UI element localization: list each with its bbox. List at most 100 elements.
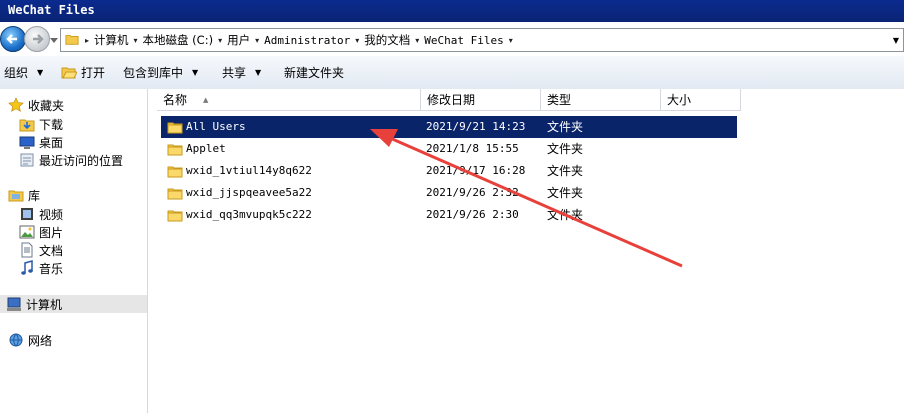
file-name: Applet	[186, 142, 226, 155]
nav-downloads[interactable]: 下载	[19, 115, 63, 133]
nav-videos[interactable]: 视频	[19, 205, 63, 223]
library-icon	[8, 190, 24, 202]
nav-network-label: 网络	[28, 333, 53, 348]
folder-icon	[167, 188, 183, 200]
breadcrumb-item[interactable]: 我的文档	[361, 32, 413, 48]
file-list: 名称 ▲ 修改日期 类型 大小 All Users 2021/9/21 14:23…	[148, 89, 904, 413]
share-label: 共享	[222, 66, 247, 80]
new-folder-label: 新建文件夹	[284, 66, 345, 80]
file-name: wxid_1vtiul14y8q622	[186, 164, 312, 177]
column-header-type[interactable]: 类型	[541, 89, 661, 111]
folder-icon	[167, 122, 183, 134]
nav-documents[interactable]: 文档	[19, 241, 63, 259]
nav-computer[interactable]: 计算机	[0, 295, 147, 313]
column-header-name[interactable]: 名称 ▲	[157, 89, 421, 111]
nav-desktop[interactable]: 桌面	[19, 133, 63, 151]
breadcrumb-item[interactable]: 本地磁盘 (C:)	[140, 32, 217, 48]
music-note-icon	[21, 260, 33, 275]
back-arrow-icon	[6, 34, 17, 44]
sort-ascending-icon: ▲	[203, 96, 209, 104]
chevron-down-icon: ▼	[192, 68, 199, 77]
window-title: WeChat Files	[8, 3, 95, 17]
file-row[interactable]: Applet 2021/1/8 15:55 文件夹	[161, 138, 737, 160]
file-type: 文件夹	[547, 208, 584, 222]
nav-downloads-label: 下载	[39, 117, 64, 132]
nav-favorites[interactable]: 收藏夹	[8, 96, 64, 114]
breadcrumb-item[interactable]: 计算机	[91, 32, 132, 48]
nav-libraries-label: 库	[28, 188, 41, 203]
forward-button[interactable]	[24, 26, 50, 52]
file-modified: 2021/9/26 2:30	[426, 208, 519, 221]
file-modified: 2021/9/26 2:32	[426, 186, 519, 199]
column-header-modified[interactable]: 修改日期	[421, 89, 541, 111]
include-in-library-label: 包含到库中	[123, 66, 184, 80]
address-bar[interactable]: ▸ 计算机 ▾ 本地磁盘 (C:) ▾ 用户 ▾ Administrator ▾ 我的文档 ▾ WeC…	[60, 28, 904, 52]
breadcrumb-item[interactable]: 用户	[224, 32, 253, 48]
recent-pages-dropdown-icon[interactable]	[50, 36, 58, 44]
star-icon	[8, 97, 24, 112]
column-header-size[interactable]: 大小	[661, 89, 741, 111]
back-button[interactable]	[0, 26, 26, 52]
chevron-down-icon: ▼	[255, 68, 262, 77]
organize-button[interactable]: 组织 ▼	[4, 56, 43, 89]
file-type: 文件夹	[547, 186, 584, 200]
address-dropdown-icon[interactable]: ▼	[893, 36, 899, 45]
folder-icon	[167, 166, 183, 178]
file-row[interactable]: All Users 2021/9/21 14:23 文件夹	[161, 116, 737, 138]
breadcrumb-separator-icon[interactable]: ▾	[216, 36, 224, 45]
nav-libraries[interactable]: 库	[8, 186, 40, 204]
nav-pictures-label: 图片	[39, 225, 64, 240]
column-type-label: 类型	[547, 93, 572, 107]
file-row[interactable]: wxid_jjspqeavee5a22 2021/9/26 2:32 文件夹	[161, 182, 737, 204]
file-modified: 2021/9/21 14:23	[426, 120, 526, 133]
breadcrumb: ▸ 计算机 ▾ 本地磁盘 (C:) ▾ 用户 ▾ Administrator ▾ 我的文档 ▾ WeC…	[85, 32, 515, 48]
open-button[interactable]: 打开	[61, 56, 105, 89]
open-label: 打开	[81, 66, 106, 80]
breadcrumb-item[interactable]: WeChat Files	[421, 34, 506, 47]
file-name: wxid_qq3mvupqk5c222	[186, 208, 312, 221]
nav-network[interactable]: 网络	[8, 331, 52, 349]
nav-desktop-label: 桌面	[39, 135, 64, 150]
folder-icon	[167, 144, 183, 156]
share-button[interactable]: 共享 ▼	[222, 56, 261, 89]
file-modified: 2021/9/17 16:28	[426, 164, 526, 177]
file-modified: 2021/1/8 15:55	[426, 142, 519, 155]
file-row[interactable]: wxid_qq3mvupqk5c222 2021/9/26 2:30 文件夹	[161, 204, 737, 226]
nav-pictures[interactable]: 图片	[19, 223, 63, 241]
title-bar: WeChat Files	[0, 0, 904, 22]
picture-icon	[19, 225, 35, 239]
download-folder-icon	[19, 119, 35, 132]
column-modified-label: 修改日期	[427, 93, 476, 107]
file-row[interactable]: wxid_1vtiul14y8q622 2021/9/17 16:28 文件夹	[161, 160, 737, 182]
file-type: 文件夹	[547, 164, 584, 178]
folder-icon	[65, 35, 79, 45]
column-name-label: 名称	[163, 93, 188, 107]
nav-favorites-label: 收藏夹	[28, 98, 65, 113]
video-icon	[21, 208, 33, 220]
breadcrumb-separator-icon[interactable]: ▾	[353, 36, 361, 45]
breadcrumb-item[interactable]: Administrator	[261, 34, 353, 47]
nav-music[interactable]: 音乐	[19, 259, 63, 277]
new-folder-button[interactable]: 新建文件夹	[284, 56, 344, 89]
breadcrumb-separator-icon[interactable]: ▾	[132, 36, 140, 45]
open-folder-icon	[61, 67, 77, 78]
breadcrumb-separator-icon[interactable]: ▾	[413, 36, 421, 45]
include-in-library-button[interactable]: 包含到库中 ▼	[123, 56, 198, 89]
file-type: 文件夹	[547, 142, 584, 156]
command-bar: 组织 ▼ 打开 包含到库中 ▼ 共享 ▼ 新建文件夹	[0, 56, 904, 90]
file-name: All Users	[186, 120, 246, 133]
nav-recent-places[interactable]: 最近访问的位置	[19, 151, 123, 169]
folder-icon	[167, 210, 183, 222]
file-type: 文件夹	[547, 120, 584, 134]
document-icon	[21, 242, 33, 258]
recent-places-icon	[20, 153, 34, 167]
nav-videos-label: 视频	[39, 207, 64, 222]
desktop-icon	[19, 136, 35, 149]
navigation-pane: 收藏夹 下载 桌面 最近访问的位置 库 视频 图片 文档 音乐 计算机 网络	[0, 89, 148, 413]
breadcrumb-separator-icon[interactable]: ▾	[507, 36, 515, 45]
computer-icon	[7, 297, 21, 311]
nav-recent-label: 最近访问的位置	[39, 153, 124, 168]
chevron-down-icon: ▼	[37, 68, 44, 77]
breadcrumb-separator-icon[interactable]: ▾	[253, 36, 261, 45]
nav-music-label: 音乐	[39, 261, 64, 276]
